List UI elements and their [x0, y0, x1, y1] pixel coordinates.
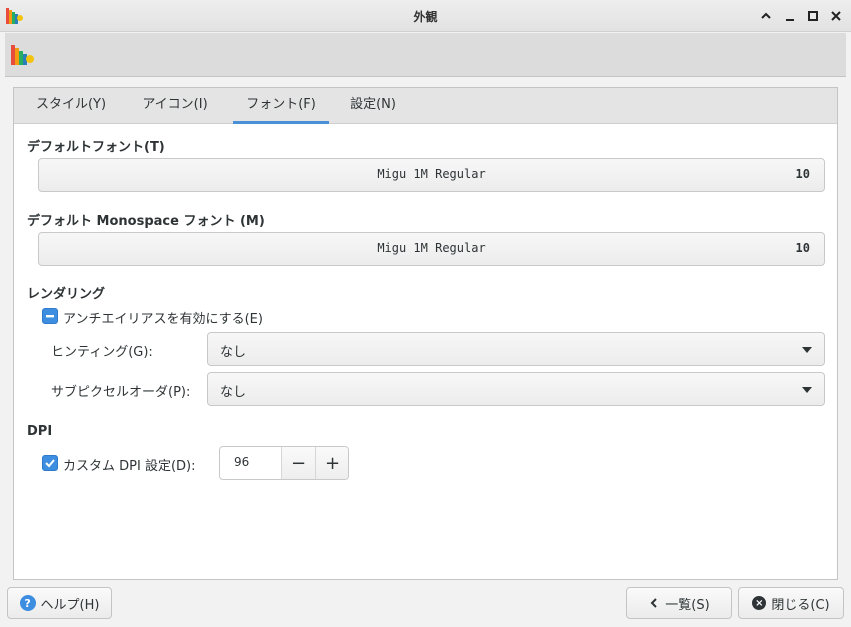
tab-icons[interactable]: アイコン(I): [128, 88, 222, 124]
custom-dpi-label: カスタム DPI 設定(D):: [63, 459, 196, 474]
tab-bar: スタイル(Y) アイコン(I) フォント(F) 設定(N): [14, 88, 837, 124]
rendering-title: レンダリング: [27, 287, 106, 302]
shade-button[interactable]: [757, 7, 775, 25]
dpi-increment-button[interactable]: +: [315, 447, 348, 479]
close-button-label: 閉じる(C): [771, 597, 830, 613]
indeterminate-icon: [46, 315, 54, 318]
help-icon: ?: [19, 595, 36, 611]
title-bar: 外観: [0, 0, 851, 32]
hinting-label: ヒンティング(G):: [51, 345, 153, 360]
dpi-value[interactable]: 96: [234, 455, 249, 469]
close-icon: [831, 11, 841, 21]
subpixel-select[interactable]: なし: [207, 372, 825, 406]
overview-button[interactable]: 一覧(S): [626, 587, 732, 619]
window-title: 外観: [413, 10, 438, 24]
help-button[interactable]: ? ヘルプ(H): [7, 587, 112, 619]
antialias-checkbox[interactable]: [42, 308, 58, 324]
appearance-header-icon: [11, 45, 34, 65]
mono-font-name: Migu 1M Regular: [377, 241, 486, 255]
close-button[interactable]: × 閉じる(C): [738, 587, 844, 619]
dpi-title: DPI: [27, 424, 53, 439]
default-font-name: Migu 1M Regular: [377, 167, 486, 181]
help-button-label: ヘルプ(H): [40, 597, 100, 613]
default-font-size: 10: [795, 167, 810, 181]
overview-button-label: 一覧(S): [665, 597, 710, 613]
tab-settings[interactable]: 設定(N): [340, 88, 406, 124]
mono-font-size: 10: [795, 241, 810, 255]
antialias-label: アンチエイリアスを有効にする(E): [63, 312, 263, 327]
custom-dpi-checkbox[interactable]: [42, 455, 58, 471]
mono-font-button[interactable]: Migu 1M Regular 10: [38, 232, 825, 266]
default-font-label: デフォルトフォント(T): [27, 140, 165, 155]
tab-fonts[interactable]: フォント(F): [233, 88, 329, 124]
dropdown-arrow-icon: [802, 387, 812, 393]
maximize-button[interactable]: [804, 7, 822, 25]
settings-notebook: スタイル(Y) アイコン(I) フォント(F) 設定(N) デフォルトフォント(…: [13, 87, 838, 580]
subpixel-label: サブピクセルオーダ(P):: [51, 385, 191, 400]
dpi-decrement-button[interactable]: −: [281, 447, 315, 479]
hinting-value: なし: [220, 345, 247, 360]
header-band: [5, 33, 846, 77]
hinting-select[interactable]: なし: [207, 332, 825, 366]
minus-icon: −: [290, 452, 307, 474]
tab-style[interactable]: スタイル(Y): [24, 88, 118, 124]
default-font-button[interactable]: Migu 1M Regular 10: [38, 158, 825, 192]
chevron-left-icon: [650, 598, 658, 608]
close-circle-icon: ×: [752, 596, 767, 610]
dropdown-arrow-icon: [802, 347, 812, 353]
minimize-button[interactable]: [781, 7, 799, 25]
chevron-up-icon: [761, 12, 771, 19]
close-window-button[interactable]: [827, 7, 845, 25]
checkmark-icon: [45, 459, 55, 468]
mono-font-label: デフォルト Monospace フォント (M): [27, 214, 265, 229]
dpi-spinbutton: 96 − +: [219, 446, 349, 480]
maximize-icon: [808, 11, 818, 21]
plus-icon: +: [324, 452, 341, 474]
subpixel-value: なし: [220, 385, 247, 400]
minimize-icon: [786, 19, 794, 21]
